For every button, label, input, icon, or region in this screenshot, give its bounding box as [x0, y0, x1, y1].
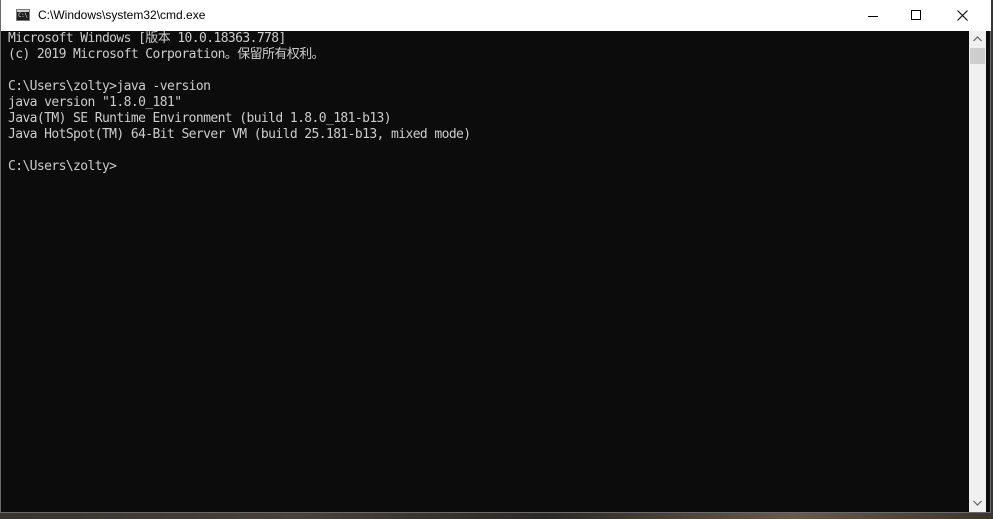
scroll-up-button[interactable]	[969, 31, 986, 48]
console-line: Java HotSpot(TM) 64-Bit Server VM (build…	[8, 127, 471, 142]
close-button[interactable]	[940, 0, 986, 31]
vertical-scrollbar[interactable]	[969, 31, 986, 512]
console-line: C:\Users\zolty>java -version	[8, 79, 211, 94]
window-title: C:\Windows\system32\cmd.exe	[38, 8, 206, 22]
cmd-window[interactable]: C:\ C:\Windows\system32\cmd.exe Microsof…	[0, 0, 991, 513]
minimize-button[interactable]	[851, 0, 897, 31]
maximize-icon	[911, 10, 921, 20]
console-line: Microsoft Windows [版本 10.0.18363.778]	[8, 31, 286, 46]
minimize-icon	[868, 16, 878, 17]
scroll-thumb[interactable]	[970, 48, 985, 64]
close-icon	[957, 10, 968, 21]
scroll-down-button[interactable]	[969, 495, 986, 512]
scroll-down-arrow-icon	[973, 500, 982, 506]
console-line: Java(TM) SE Runtime Environment (build 1…	[8, 111, 392, 126]
cmd-icon-text: C:\	[18, 12, 28, 19]
console-prompt-line[interactable]: C:\Users\zolty>	[8, 159, 968, 175]
title-bar[interactable]: C:\ C:\Windows\system32\cmd.exe	[1, 0, 991, 31]
maximize-button[interactable]	[894, 0, 940, 31]
console-line: (c) 2019 Microsoft Corporation。保留所有权利。	[8, 47, 325, 62]
scroll-up-arrow-icon	[973, 36, 982, 42]
cmd-console-icon[interactable]: C:\	[16, 9, 30, 21]
console-output[interactable]: Microsoft Windows [版本 10.0.18363.778] (c…	[8, 31, 968, 511]
console-line: java version "1.8.0_181"	[8, 95, 182, 110]
